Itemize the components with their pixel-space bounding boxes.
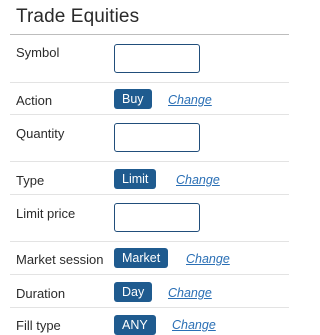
- market-session-label: Market session: [16, 252, 104, 267]
- divider: [10, 161, 289, 162]
- divider: [10, 307, 289, 308]
- divider: [10, 194, 289, 195]
- duration-value-badge: Day: [114, 282, 153, 302]
- page-title: Trade Equities: [16, 6, 140, 27]
- limit-price-input[interactable]: [114, 203, 200, 232]
- type-change-link[interactable]: Change: [176, 173, 220, 187]
- divider: [10, 114, 289, 115]
- limit-price-label: Limit price: [16, 206, 76, 221]
- title-divider: [10, 34, 289, 35]
- market-session-change-link[interactable]: Change: [186, 252, 230, 266]
- action-change-link[interactable]: Change: [168, 93, 212, 107]
- action-label: Action: [16, 93, 53, 108]
- divider: [10, 241, 289, 242]
- duration-label: Duration: [16, 286, 66, 301]
- symbol-label: Symbol: [16, 45, 60, 60]
- action-value-badge: Buy: [114, 89, 152, 109]
- quantity-label: Quantity: [16, 126, 65, 141]
- fill-type-label: Fill type: [16, 318, 61, 333]
- fill-type-value-badge: ANY: [114, 315, 156, 335]
- type-label: Type: [16, 173, 45, 188]
- market-session-value-badge: Market: [114, 248, 169, 268]
- symbol-input[interactable]: [114, 44, 200, 73]
- type-value-badge: Limit: [114, 169, 157, 189]
- divider: [10, 274, 289, 275]
- fill-type-change-link[interactable]: Change: [172, 318, 216, 332]
- quantity-input[interactable]: [114, 123, 200, 152]
- divider: [10, 82, 289, 83]
- duration-change-link[interactable]: Change: [168, 286, 212, 300]
